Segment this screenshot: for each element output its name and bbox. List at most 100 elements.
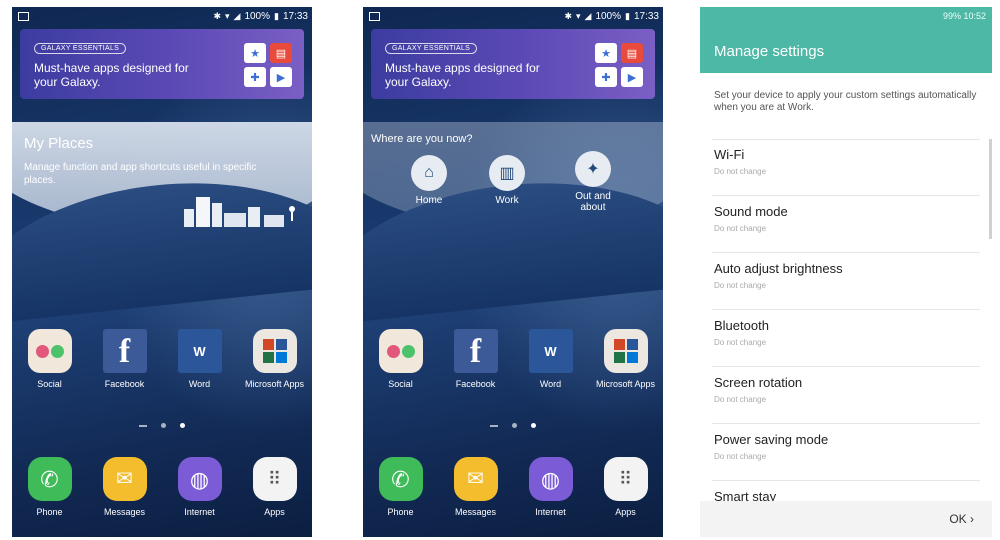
setting-title: Sound mode [714,204,788,219]
home-app-row: Social f Facebook W Word Microsoft Apps [12,329,312,390]
ok-label: OK [949,512,967,526]
play-icon: ▶ [621,67,643,87]
home-app-row: Social f Facebook W Word Microsoft Apps [363,329,663,390]
clock: 17:33 [282,10,308,22]
app-label: Facebook [455,379,496,389]
place-out-and-about[interactable]: ✦ Out and about [563,151,623,213]
home-screen-where-are-you: ✱ ▾ ◢ 100% ▮ 17:33 GALAXY ESSENTIALS Mus… [363,7,663,537]
app-social[interactable]: Social [15,329,85,390]
app-apps[interactable]: ⠿ Apps [591,457,661,518]
chevron-right-icon: › [970,512,974,526]
place-label: Home [415,195,443,206]
page-indicator [363,423,663,428]
place-work[interactable]: ▥ Work [477,155,537,206]
setting-title: Wi-Fi [714,147,745,162]
galaxy-essentials-badge: GALAXY ESSENTIALS [385,43,478,54]
app-word[interactable]: W Word [165,329,235,390]
place-home[interactable]: ⌂ Home [399,155,459,206]
app-facebook[interactable]: f Facebook [90,329,160,390]
setting-value: Do not change [714,281,767,290]
app-messages[interactable]: ✉ Messages [441,457,511,518]
app-apps[interactable]: ⠿ Apps [240,457,310,518]
page-indicator [12,423,312,428]
app-social[interactable]: Social [366,329,436,390]
app-messages[interactable]: ✉ Messages [90,457,160,518]
page-dot-active [531,423,536,428]
galaxy-app-tiles: ★ ▤ ✚ ▶ [244,43,292,87]
manage-settings-screen: 99% 10:52 Manage settings Set your devic… [700,7,992,537]
app-label: Facebook [104,379,145,389]
dock: ✆ Phone ✉ Messages ◍ Internet ⠿ Apps [12,457,312,518]
galaxy-essentials-widget[interactable]: GALAXY ESSENTIALS Must-have apps designe… [371,29,655,99]
app-facebook[interactable]: f Facebook [441,329,511,390]
app-phone[interactable]: ✆ Phone [15,457,85,518]
dock: ✆ Phone ✉ Messages ◍ Internet ⠿ Apps [363,457,663,518]
app-grid-icon: ⠿ [603,457,648,501]
gallery-notification-icon [18,11,29,21]
work-place-icon: ▥ [489,155,525,191]
gamepad-icon: ✚ [595,67,617,87]
app-label: Word [188,379,211,389]
app-label: Phone [387,507,414,517]
signal-icon: ◢ [233,10,241,21]
setting-title: Auto adjust brightness [714,261,843,276]
page-title: Manage settings [714,43,825,60]
divider [712,480,980,481]
app-internet[interactable]: ◍ Internet [165,457,235,518]
facebook-icon: f [453,329,498,373]
app-label: Apps [615,507,636,517]
where-are-you-title: Where are you now? [371,133,473,145]
app-label: Apps [264,507,285,517]
book-icon: ▤ [270,43,292,63]
globe-icon: ◍ [528,457,573,501]
divider [712,252,980,253]
app-phone[interactable]: ✆ Phone [366,457,436,518]
divider [712,423,980,424]
social-folder-icon [378,329,423,373]
scrollbar[interactable] [989,139,992,239]
divider [712,366,980,367]
galaxy-essentials-widget[interactable]: GALAXY ESSENTIALS Must-have apps designe… [20,29,304,99]
setting-title: Power saving mode [714,432,829,447]
word-icon: W [177,329,222,373]
ok-button[interactable]: OK › [949,512,974,526]
phone-icon: ✆ [27,457,72,501]
app-microsoft-apps[interactable]: Microsoft Apps [591,329,661,390]
book-icon: ▤ [621,43,643,63]
app-word[interactable]: W Word [516,329,586,390]
app-label: Social [37,379,62,389]
app-label: Messages [103,507,146,517]
home-place-icon: ⌂ [411,155,447,191]
app-grid-icon: ⠿ [252,457,297,501]
battery-percent: 100% [244,10,271,22]
galaxy-essentials-message: Must-have apps designed for your Galaxy. [385,61,540,89]
app-label: Messages [454,507,497,517]
app-label: Microsoft Apps [244,379,305,389]
city-skyline-icon [184,197,295,227]
app-microsoft-apps[interactable]: Microsoft Apps [240,329,310,390]
wifi-icon: ▾ [575,10,581,21]
my-places-description: Manage function and app shortcuts useful… [24,162,257,186]
app-label: Word [539,379,562,389]
app-label: Internet [184,507,215,517]
envelope-icon: ✉ [102,457,147,501]
status-bar: 99% 10:52 [942,11,986,21]
setting-value: Do not change [714,452,767,461]
status-bar: ✱ ▾ ◢ 100% ▮ 17:33 [12,7,312,25]
divider [712,309,980,310]
battery-percent: 100% [595,10,622,22]
settings-description: Set your device to apply your custom set… [714,90,977,113]
page-dot-active [180,423,185,428]
setting-value: Do not change [714,395,767,404]
social-folder-icon [27,329,72,373]
galaxy-essentials-message: Must-have apps designed for your Galaxy. [34,61,189,89]
divider [712,139,980,140]
place-label: Out and about [575,191,611,213]
app-bar: 99% 10:52 Manage settings [700,7,992,73]
play-icon: ▶ [270,67,292,87]
app-label: Microsoft Apps [595,379,656,389]
divider [712,195,980,196]
app-internet[interactable]: ◍ Internet [516,457,586,518]
bottom-bar: OK › [700,501,992,537]
setting-value: Do not change [714,338,767,347]
